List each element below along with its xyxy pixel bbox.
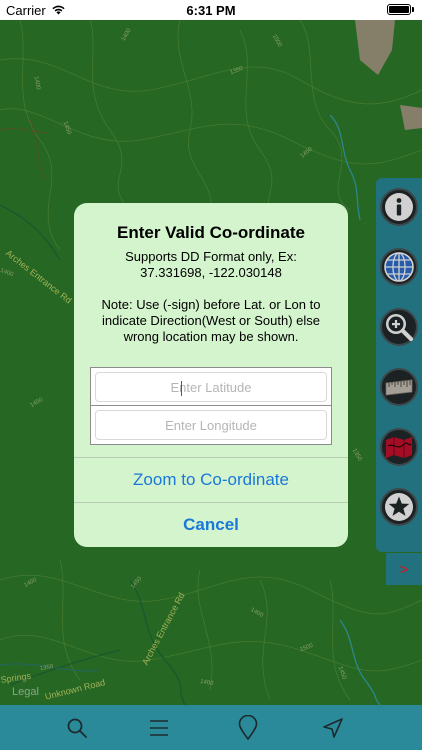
battery-fill	[389, 6, 409, 13]
format-line-2: 37.331698, -122.030148	[140, 265, 282, 280]
search-button[interactable]	[62, 713, 92, 743]
coordinate-dialog: Enter Valid Co-ordinate Supports DD Form…	[74, 203, 348, 547]
status-time: 6:31 PM	[186, 3, 236, 18]
battery-icon	[387, 4, 414, 15]
text-caret	[181, 381, 182, 396]
dialog-title: Enter Valid Co-ordinate	[117, 223, 305, 242]
longitude-field-wrap	[90, 405, 332, 445]
status-bar: Carrier 6:31 PM	[0, 0, 422, 20]
note-line-1: Note: Use (-sign) before Lat. or Lon to	[101, 297, 321, 312]
note-line-2: indicate Direction(West or South) else	[102, 313, 320, 328]
latitude-input[interactable]	[95, 372, 327, 402]
navigate-arrow-icon	[323, 718, 343, 738]
dialog-message: Supports DD Format only, Ex: 37.331698, …	[88, 249, 334, 345]
navigate-button[interactable]	[318, 713, 348, 743]
location-pin-icon	[238, 715, 258, 741]
longitude-input[interactable]	[95, 410, 327, 440]
cancel-button[interactable]: Cancel	[74, 503, 348, 547]
menu-icon	[150, 720, 168, 736]
bottom-tab-bar	[0, 705, 422, 750]
zoom-to-coordinate-button[interactable]: Zoom to Co-ordinate	[74, 458, 348, 502]
note-line-3: wrong location may be shown.	[123, 329, 299, 344]
latitude-field-wrap	[90, 367, 332, 407]
search-icon	[67, 718, 87, 738]
menu-button[interactable]	[144, 713, 174, 743]
format-line-1: Supports DD Format only, Ex:	[125, 249, 297, 264]
location-pin-button[interactable]	[233, 713, 263, 743]
